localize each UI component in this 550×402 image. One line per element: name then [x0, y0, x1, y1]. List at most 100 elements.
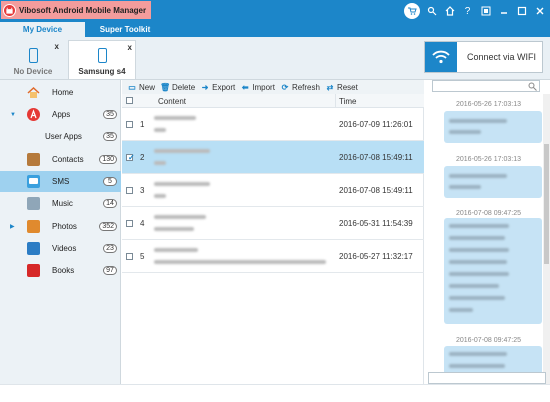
sidebar-item-apps[interactable]: ▼ Apps 35	[0, 104, 121, 125]
count-badge: 352	[99, 222, 117, 231]
blurred-content	[154, 116, 196, 120]
count-badge: 35	[103, 132, 117, 141]
row-number: 5	[140, 252, 145, 261]
reset-button[interactable]: ⇄ Reset	[326, 83, 358, 92]
reset-label: Reset	[336, 82, 358, 92]
photos-icon	[27, 220, 40, 233]
contacts-icon	[27, 153, 40, 166]
sidebar-item-label: Photos	[52, 222, 77, 231]
row-checkbox[interactable]	[126, 121, 133, 128]
row-checkbox[interactable]: ✓	[126, 153, 135, 162]
close-icon[interactable]	[533, 4, 546, 18]
sidebar-item-contacts[interactable]: Contacts 130	[0, 149, 121, 170]
expand-arrow-icon[interactable]: ▶	[10, 223, 15, 230]
sidebar-item-label: Videos	[52, 244, 77, 253]
sidebar-item-label: SMS	[52, 177, 70, 186]
blurred-content	[154, 182, 210, 186]
home-icon	[27, 86, 40, 99]
apps-icon	[27, 108, 40, 121]
delete-button[interactable]: 🗑 Delete	[160, 83, 195, 92]
blurred-content	[154, 248, 198, 252]
blurred-content	[154, 149, 210, 153]
count-badge: 23	[103, 244, 117, 253]
new-label: New	[139, 82, 156, 92]
row-checkbox[interactable]	[126, 253, 133, 260]
blurred-content	[154, 215, 206, 219]
device-tab-samsung[interactable]: x Samsung s4	[68, 40, 136, 79]
new-icon: ▭	[128, 82, 136, 92]
select-all-checkbox[interactable]	[126, 97, 133, 104]
search-icon[interactable]	[425, 4, 438, 18]
refresh-label: Refresh	[291, 82, 320, 92]
restore-icon[interactable]	[479, 4, 492, 18]
sidebar-item-label: Music	[52, 199, 73, 208]
row-checkbox[interactable]	[126, 220, 133, 227]
count-badge: 5	[103, 177, 117, 186]
message-bubble	[444, 166, 542, 198]
maximize-icon[interactable]	[515, 4, 528, 18]
table-row[interactable]: 1 2016-07-09 11:26:01	[122, 108, 424, 141]
videos-icon	[27, 242, 40, 255]
count-badge: 35	[103, 110, 117, 119]
message-time: 2016-07-08 09:47:25	[456, 337, 521, 344]
row-checkbox[interactable]	[126, 187, 133, 194]
app-title: Vibosoft Android Mobile Manager	[19, 5, 147, 15]
connect-wifi-button[interactable]: Connect via WIFI	[424, 41, 543, 73]
close-device-icon[interactable]: x	[55, 42, 59, 51]
export-button[interactable]: ➜ Export	[201, 83, 235, 92]
row-number: 1	[140, 120, 145, 129]
phone-icon	[97, 48, 107, 63]
export-icon: ➜	[201, 82, 209, 92]
sidebar-item-sms[interactable]: SMS 5	[0, 171, 121, 192]
import-button[interactable]: ⬅ Import	[241, 83, 275, 92]
sidebar-item-music[interactable]: Music 14	[0, 193, 121, 214]
tab-my-device[interactable]: My Device	[0, 22, 85, 37]
expand-arrow-icon[interactable]: ▼	[10, 112, 16, 118]
tab-super-toolkit[interactable]: Super Toolkit	[88, 22, 162, 37]
sidebar-item-photos[interactable]: ▶ Photos 352	[0, 216, 121, 237]
wifi-label: Connect via WIFI	[467, 52, 537, 62]
row-time: 2016-07-08 15:49:11	[339, 153, 413, 162]
message-time: 2016-05-26 17:03:13	[456, 101, 521, 108]
row-number: 4	[140, 219, 145, 228]
column-header-time[interactable]: Time	[339, 97, 356, 106]
reset-icon: ⇄	[326, 82, 334, 92]
sms-table: Content Time 1 2016-07-09 11:26:01 ✓ 2 2…	[122, 94, 424, 384]
minimize-icon[interactable]	[497, 4, 510, 18]
new-button[interactable]: ▭ New	[128, 83, 155, 92]
home-icon[interactable]	[443, 4, 456, 18]
table-row[interactable]: ✓ 2 2016-07-08 15:49:11	[122, 141, 424, 174]
sms-icon	[27, 175, 40, 188]
sidebar-item-label: Apps	[52, 110, 71, 119]
row-time: 2016-07-08 15:49:11	[339, 186, 413, 195]
message-scrollbar[interactable]	[543, 94, 550, 384]
cart-icon[interactable]	[404, 3, 420, 19]
wifi-icon	[425, 42, 457, 72]
device-tab-no-device[interactable]: x No Device	[4, 40, 62, 79]
search-input[interactable]	[432, 80, 540, 92]
table-row[interactable]: 3 2016-07-08 15:49:11	[122, 174, 424, 207]
table-row[interactable]: 4 2016-05-31 11:54:39	[122, 207, 424, 240]
refresh-icon: ⟳	[281, 82, 289, 92]
device-label: Samsung s4	[78, 67, 126, 76]
export-label: Export	[212, 82, 236, 92]
sidebar-item-videos[interactable]: Videos 23	[0, 238, 121, 259]
column-divider	[335, 94, 336, 108]
phone-icon	[28, 48, 38, 63]
help-icon[interactable]: ?	[461, 4, 474, 18]
sidebar-item-books[interactable]: Books 97	[0, 260, 121, 281]
scrollbar-thumb[interactable]	[544, 144, 549, 264]
message-bubble	[444, 111, 542, 143]
count-badge: 97	[103, 266, 117, 275]
sidebar-item-user-apps[interactable]: User Apps 35	[0, 126, 121, 147]
table-row[interactable]: 5 2016-05-27 11:32:17	[122, 240, 424, 273]
reply-input[interactable]	[428, 372, 546, 384]
row-time: 2016-05-27 11:32:17	[339, 252, 413, 261]
sidebar-item-home[interactable]: Home	[0, 82, 121, 103]
status-bar	[0, 384, 550, 402]
sidebar: Home ▼ Apps 35 User Apps 35 Contacts 130…	[0, 80, 121, 384]
refresh-button[interactable]: ⟳ Refresh	[281, 83, 320, 92]
message-bubble	[444, 218, 542, 324]
close-device-icon[interactable]: x	[128, 43, 132, 52]
column-header-content[interactable]: Content	[158, 97, 186, 106]
